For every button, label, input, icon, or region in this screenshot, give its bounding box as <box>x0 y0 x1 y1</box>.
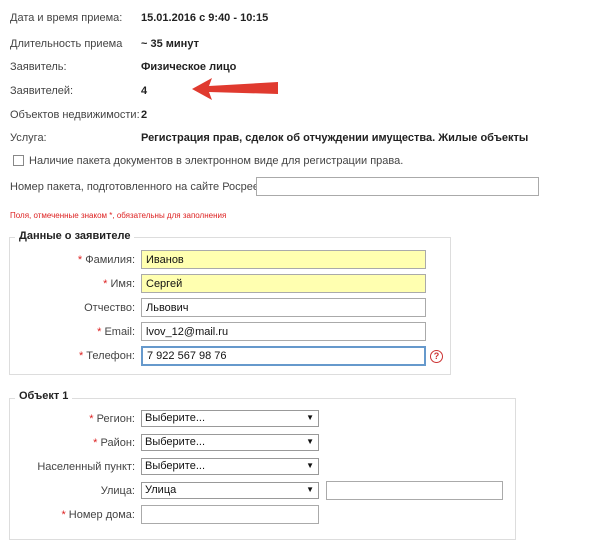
district-field-label: * Район: <box>93 437 135 449</box>
package-number-input[interactable] <box>256 177 539 196</box>
house-number-input[interactable] <box>141 505 319 524</box>
applicant-value: Физическое лицо <box>141 61 237 73</box>
dropdown-arrow-icon: ▼ <box>306 485 314 494</box>
locality-field-label: Населенный пункт: <box>37 461 135 473</box>
street-text-input[interactable] <box>326 481 503 500</box>
patronymic-input[interactable] <box>141 298 426 317</box>
service-label: Услуга: <box>10 132 47 144</box>
street-field-label: Улица: <box>100 485 135 497</box>
objects-count-value: 2 <box>141 109 148 121</box>
package-checkbox[interactable] <box>13 155 24 166</box>
date-value: 15.01.2016 с 9:40 - 10:15 <box>141 12 269 24</box>
help-icon[interactable]: ? <box>430 350 443 363</box>
street-select[interactable]: Улица ▼ <box>141 482 319 499</box>
house-field-label: * Номер дома: <box>61 509 135 521</box>
region-select[interactable]: Выберите... ▼ <box>141 410 319 427</box>
object-section-legend: Объект 1 <box>15 390 73 402</box>
applicants-count-value: 4 <box>141 85 148 97</box>
dropdown-arrow-icon: ▼ <box>306 413 314 422</box>
region-field-label: * Регион: <box>89 413 135 425</box>
required-fields-note: Поля, отмеченные знаком *, обязательны д… <box>10 211 227 220</box>
email-input[interactable] <box>141 322 426 341</box>
name-field-label: * Имя: <box>103 278 135 290</box>
package-checkbox-label: Наличие пакета документов в электронном … <box>29 155 404 167</box>
service-value: Регистрация прав, сделок об отчуждении и… <box>141 132 529 144</box>
surname-input[interactable] <box>141 250 426 269</box>
dropdown-arrow-icon: ▼ <box>306 461 314 470</box>
required-mark: * <box>77 254 83 266</box>
date-label: Дата и время приема: <box>10 12 123 24</box>
district-select[interactable]: Выберите... ▼ <box>141 434 319 451</box>
phone-field-label: * Телефон: <box>78 350 135 362</box>
surname-field-label: * Фамилия: <box>77 254 135 266</box>
dropdown-arrow-icon: ▼ <box>306 437 314 446</box>
phone-input[interactable] <box>141 346 426 366</box>
patronymic-field-label: Отчество: <box>84 302 135 314</box>
package-number-label: Номер пакета, подготовленного на сайте Р… <box>10 181 285 193</box>
red-arrow-annotation <box>192 78 278 100</box>
applicant-label: Заявитель: <box>10 61 67 73</box>
applicant-section-legend: Данные о заявителе <box>15 230 135 242</box>
applicants-count-label: Заявителей: <box>10 85 74 97</box>
locality-select[interactable]: Выберите... ▼ <box>141 458 319 475</box>
duration-label: Длительность приема <box>10 38 123 50</box>
email-field-label: * Email: <box>97 326 135 338</box>
duration-value: ~ 35 минут <box>141 38 199 50</box>
objects-count-label: Объектов недвижимости: <box>10 109 140 121</box>
name-input[interactable] <box>141 274 426 293</box>
